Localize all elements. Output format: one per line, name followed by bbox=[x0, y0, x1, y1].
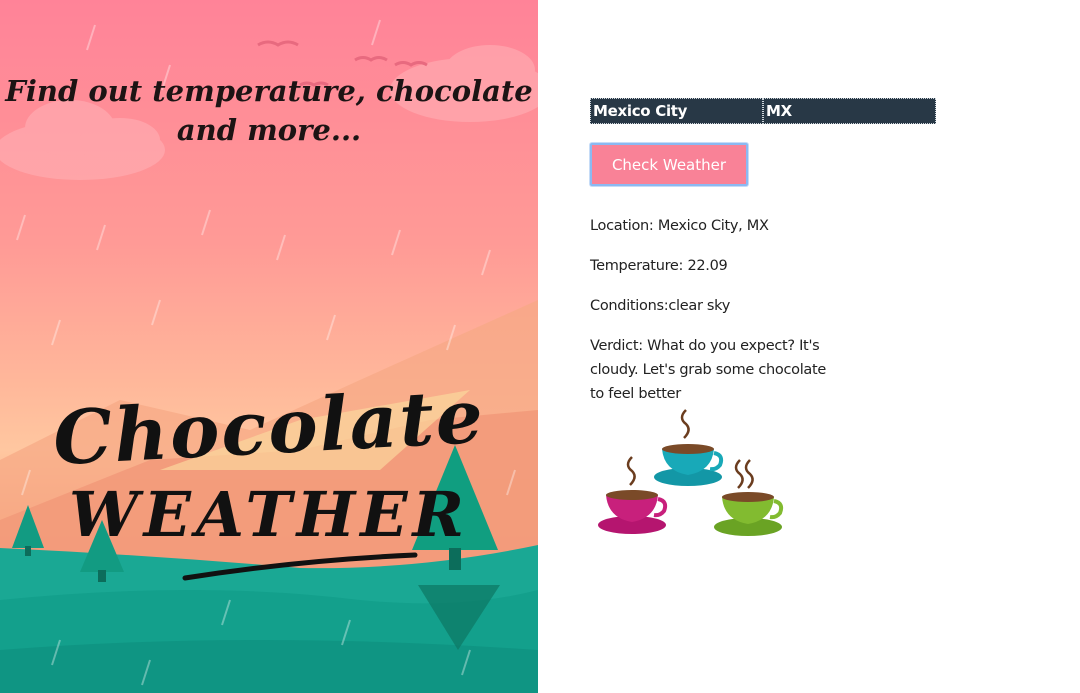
conditions-text: Conditions:clear sky bbox=[590, 298, 731, 314]
weather-panel: Check Weather Location: Mexico City, MX … bbox=[538, 0, 1080, 693]
magenta-cup-icon bbox=[598, 456, 668, 534]
city-input[interactable] bbox=[590, 98, 763, 124]
location-text: Location: Mexico City, MX bbox=[590, 218, 769, 234]
country-input[interactable] bbox=[763, 98, 936, 124]
poster-banner: Find out temperature, chocolate and more… bbox=[0, 0, 538, 693]
teal-cup-icon bbox=[654, 409, 724, 486]
temperature-text: Temperature: 22.09 bbox=[590, 258, 728, 274]
coffee-cups-icon bbox=[598, 409, 784, 536]
green-cup-icon bbox=[714, 459, 784, 536]
poster-tagline: Find out temperature, chocolate and more… bbox=[5, 74, 533, 147]
verdict-text: Verdict: What do you expect? It's cloudy… bbox=[590, 338, 827, 402]
logo-word-weather: WEATHER bbox=[68, 478, 470, 551]
check-weather-button[interactable]: Check Weather bbox=[590, 143, 748, 186]
